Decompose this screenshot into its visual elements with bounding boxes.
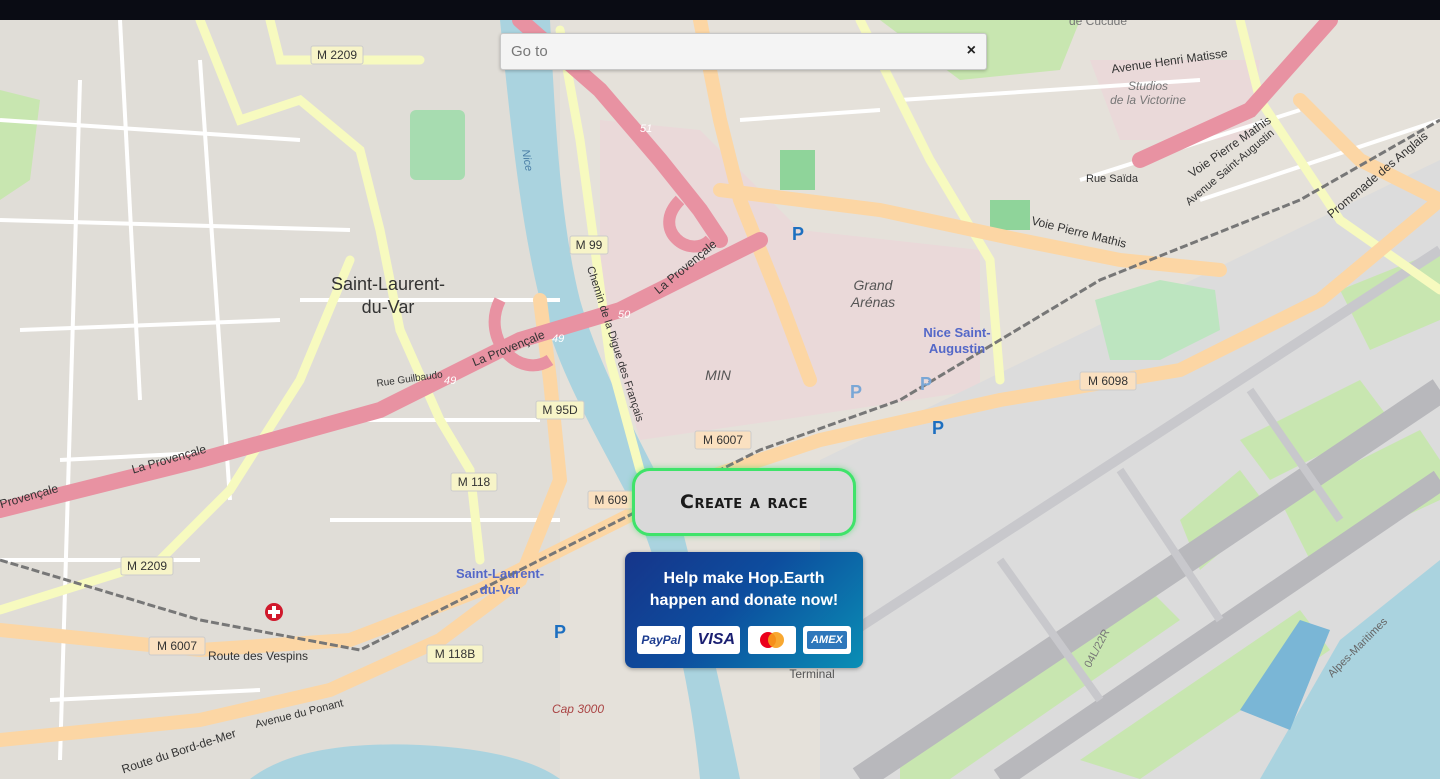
nice-st-augustin-label-2: Augustin <box>929 341 985 356</box>
mastercard-icon[interactable] <box>747 626 796 654</box>
donate-line-1: Help make Hop.Earth <box>663 570 825 587</box>
ref-m99: M 99 <box>576 238 603 252</box>
residential-area <box>0 20 560 779</box>
ref-m609: M 609 <box>594 493 628 507</box>
ref-m6098: M 6098 <box>1088 374 1128 388</box>
town-label-2: du-Var <box>362 297 415 317</box>
top-bar <box>0 0 1440 20</box>
studios-label: Studios <box>1128 79 1168 93</box>
nice-st-augustin-label: Nice Saint- <box>923 325 990 340</box>
km-49-a: 49 <box>552 333 564 345</box>
parking-icon: P <box>850 382 862 402</box>
create-race-label: Create a race <box>680 491 808 513</box>
slv-station-label: Saint-Laurent- <box>456 566 544 581</box>
street-vespins: Route des Vespins <box>208 649 308 663</box>
terminal-label: Terminal <box>789 667 834 681</box>
street-saida: Rue Saïda <box>1086 173 1139 185</box>
parking-icon: P <box>932 418 944 438</box>
park-stadium <box>410 110 465 180</box>
ref-m95d: M 95D <box>542 403 578 417</box>
goto-search-input[interactable] <box>511 34 951 69</box>
ref-m6007a: M 6007 <box>703 433 743 447</box>
town-label: Saint-Laurent- <box>331 274 445 294</box>
donate-message: Help make Hop.Earth happen and donate no… <box>625 568 863 612</box>
parking-icon: P <box>920 374 932 394</box>
cap3000-label: Cap 3000 <box>552 702 604 716</box>
slv-station-label-2: du-Var <box>480 582 520 597</box>
km-50: 50 <box>618 309 631 321</box>
create-race-button[interactable]: Create a race <box>632 468 856 536</box>
goto-search-box[interactable]: × <box>500 33 987 70</box>
parking-icon: P <box>554 622 566 642</box>
min-label: MIN <box>705 367 732 383</box>
ref-m2209b: M 2209 <box>127 559 167 573</box>
payment-methods: PayPal VISA AMEX <box>637 626 851 654</box>
ref-m6007b: M 6007 <box>157 639 197 653</box>
studios-label-2: de la Victorine <box>1110 93 1186 107</box>
grand-arenas-label: Grand <box>854 277 894 293</box>
park-green-sq2 <box>780 150 815 190</box>
amex-icon[interactable]: AMEX <box>802 626 851 654</box>
mastercard-logo <box>759 632 784 648</box>
km-49-b: 49 <box>444 375 456 387</box>
ref-m118b: M 118B <box>435 647 475 661</box>
ref-m2209a: M 2209 <box>317 48 357 62</box>
paypal-icon[interactable]: PayPal <box>637 626 685 654</box>
km-51: 51 <box>640 123 652 135</box>
parking-icon: P <box>792 224 804 244</box>
ref-m118: M 118 <box>458 475 491 489</box>
close-icon[interactable]: × <box>967 43 976 59</box>
visa-icon[interactable]: VISA <box>692 626 741 654</box>
donate-line-2: happen and donate now! <box>649 592 839 609</box>
park-green-sq <box>990 200 1030 230</box>
grand-arenas-label-2: Arénas <box>850 294 895 310</box>
cucude-label: de Cucude <box>1069 20 1127 28</box>
donate-banner[interactable]: Help make Hop.Earth happen and donate no… <box>625 552 863 668</box>
